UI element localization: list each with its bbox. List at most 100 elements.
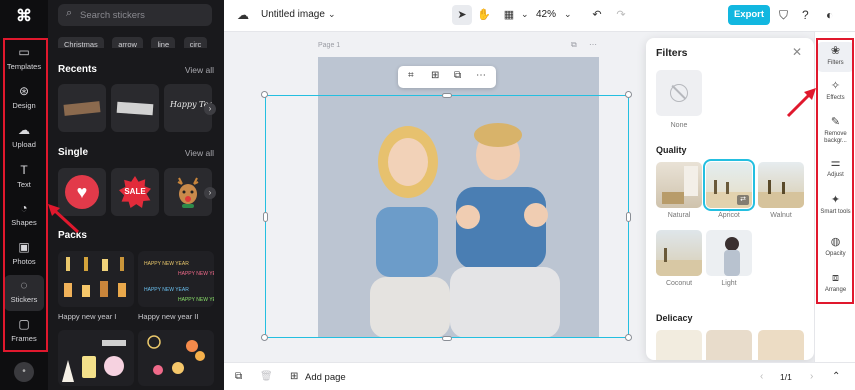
adjust-filter-icon[interactable]: ⇄ [737, 195, 749, 205]
design-icon: ⊛ [18, 84, 30, 98]
account-avatar-icon[interactable]: ◐ [826, 8, 833, 22]
close-icon[interactable]: ✕ [792, 45, 802, 59]
pack-happy-new-year-1[interactable] [58, 251, 134, 307]
rail-item-label: Filters [827, 60, 844, 66]
layout-button[interactable]: ▦ [499, 5, 519, 25]
rail-item-arrange[interactable]: ⧈ Arrange [817, 272, 854, 294]
cloud-icon[interactable]: ☁ [237, 8, 249, 22]
smart-crop-icon[interactable]: ⊞ [431, 70, 439, 81]
single-sticker-sale[interactable]: SALE [111, 168, 159, 216]
rail-item-remove-background[interactable]: ✎ Remove backgr... [817, 116, 854, 145]
chip-line[interactable]: line [151, 37, 176, 48]
stickers-panel: ⌕ Christmas arrow line circ Recents View… [48, 0, 224, 390]
duplicate-page-icon[interactable]: ⧉ [571, 40, 577, 50]
filter-natural[interactable] [656, 162, 702, 208]
add-page-button[interactable]: Add page [305, 372, 346, 383]
recent-sticker-brown-tape[interactable] [58, 84, 106, 132]
shield-icon[interactable]: ⛉ [779, 8, 788, 23]
selection-box[interactable] [265, 95, 629, 338]
single-next-button[interactable]: › [204, 187, 216, 199]
search-input[interactable] [80, 7, 206, 23]
prev-page-icon[interactable]: ‹ [760, 371, 763, 382]
page-more-icon[interactable]: ⋯ [589, 40, 597, 49]
chip-circle[interactable]: circ [183, 37, 208, 48]
top-bar: ☁ Untitled image ⌄ ➤ ✋ ▦ ⌄ 42% ⌄ ↶ ↷ Exp… [224, 0, 855, 32]
duplicate-icon[interactable]: ⧉ [454, 70, 461, 81]
rail-item-smart-tools[interactable]: ✦ Smart tools [817, 194, 854, 216]
next-page-icon[interactable]: › [810, 371, 813, 382]
zoom-chevron-icon[interactable]: ⌄ [564, 9, 572, 20]
brown-tape-sticker [63, 101, 101, 116]
filter-light[interactable] [706, 230, 752, 276]
shapes-icon: ◔ [20, 201, 28, 215]
layers-icon[interactable]: ⧉ [235, 371, 242, 382]
rail-item-effects[interactable]: ✧ Effects [817, 80, 854, 102]
filter-apricot[interactable]: ⇄ [703, 159, 755, 211]
select-tool-button[interactable]: ➤ [452, 5, 472, 25]
rail-item-text[interactable]: T Text [4, 160, 44, 196]
crop-icon[interactable]: ⌗ [408, 70, 414, 81]
reindeer-icon [177, 177, 199, 208]
resize-handle-top-left[interactable] [261, 91, 268, 98]
recents-view-all-link[interactable]: View all [185, 65, 214, 75]
filter-none[interactable] [656, 70, 702, 116]
capcut-logo-icon[interactable]: ⌘ [14, 6, 34, 25]
photos-icon: ▣ [18, 240, 30, 254]
heart-icon: ♥ [65, 175, 99, 209]
layout-chevron-icon[interactable]: ⌄ [521, 9, 529, 20]
zoom-level[interactable]: 42% [536, 9, 556, 20]
redo-button[interactable]: ↷ [611, 5, 631, 25]
pack-party-1[interactable] [58, 330, 134, 386]
avatar[interactable]: • [14, 362, 34, 382]
chip-christmas[interactable]: Christmas [58, 37, 104, 48]
resize-handle-bottom-left[interactable] [261, 334, 268, 341]
rail-item-frames[interactable]: ▢ Frames [4, 314, 44, 350]
recents-title: Recents [58, 64, 97, 75]
resize-handle-left[interactable] [263, 212, 268, 222]
recents-next-button[interactable]: › [204, 103, 216, 115]
filter-delicacy-1[interactable] [656, 330, 702, 360]
search-box[interactable]: ⌕ [58, 4, 212, 26]
chip-arrow[interactable]: arrow [112, 37, 143, 48]
document-title[interactable]: Untitled image [261, 9, 325, 20]
rail-item-shapes[interactable]: ◔ Shapes [4, 198, 44, 234]
resize-handle-bottom-right[interactable] [625, 334, 632, 341]
trash-icon[interactable]: 🗑 [260, 371, 273, 382]
context-toolbar: ⌗ ⊞ ⧉ ⋯ [398, 66, 496, 88]
filter-delicacy-3[interactable] [758, 330, 804, 360]
effects-icon: ✧ [830, 80, 841, 92]
hand-tool-button[interactable]: ✋ [474, 5, 494, 25]
pack-party-2[interactable] [138, 330, 214, 386]
rail-item-adjust[interactable]: ⚌ Adjust [817, 157, 854, 179]
rail-item-templates[interactable]: ▭ Templates [4, 42, 44, 78]
filter-walnut[interactable] [758, 162, 804, 208]
rail-item-upload[interactable]: ☁ Upload [4, 120, 44, 156]
rail-item-filters[interactable]: ❀ Filters [817, 42, 854, 72]
export-button[interactable]: Export [728, 5, 770, 25]
rail-item-design[interactable]: ⊛ Design [4, 81, 44, 117]
resize-handle-top[interactable] [442, 93, 452, 98]
pack-happy-new-year-2[interactable]: HAPPY NEW YEAR HAPPY NEW YEAR HAPPY NEW … [138, 251, 214, 307]
filters-icon: ❀ [830, 45, 841, 57]
rail-item-label: Text [17, 180, 31, 189]
recent-sticker-gray-tape[interactable] [111, 84, 159, 132]
single-sticker-heart[interactable]: ♥ [58, 168, 106, 216]
single-view-all-link[interactable]: View all [185, 148, 214, 158]
chevron-down-icon[interactable]: ⌄ [328, 9, 336, 20]
resize-handle-top-right[interactable] [625, 91, 632, 98]
rail-item-opacity[interactable]: ◍ Opacity [817, 236, 854, 258]
filter-delicacy-2[interactable] [706, 330, 752, 360]
undo-button[interactable]: ↶ [587, 5, 607, 25]
rail-item-stickers[interactable]: ◌ Stickers [4, 275, 44, 311]
filter-coconut[interactable] [656, 230, 702, 276]
opacity-icon: ◍ [830, 236, 841, 248]
add-page-icon[interactable]: ⊞ [290, 371, 298, 382]
expand-pages-icon[interactable]: ⌃ [832, 371, 840, 382]
resize-handle-bottom[interactable] [442, 336, 452, 341]
resize-handle-right[interactable] [626, 212, 631, 222]
rail-item-label: Upload [12, 140, 36, 149]
more-options-icon[interactable]: ⋯ [476, 70, 486, 81]
search-icon: ⌕ [66, 7, 73, 19]
rail-item-photos[interactable]: ▣ Photos [4, 237, 44, 273]
help-icon[interactable]: ? [802, 8, 809, 22]
